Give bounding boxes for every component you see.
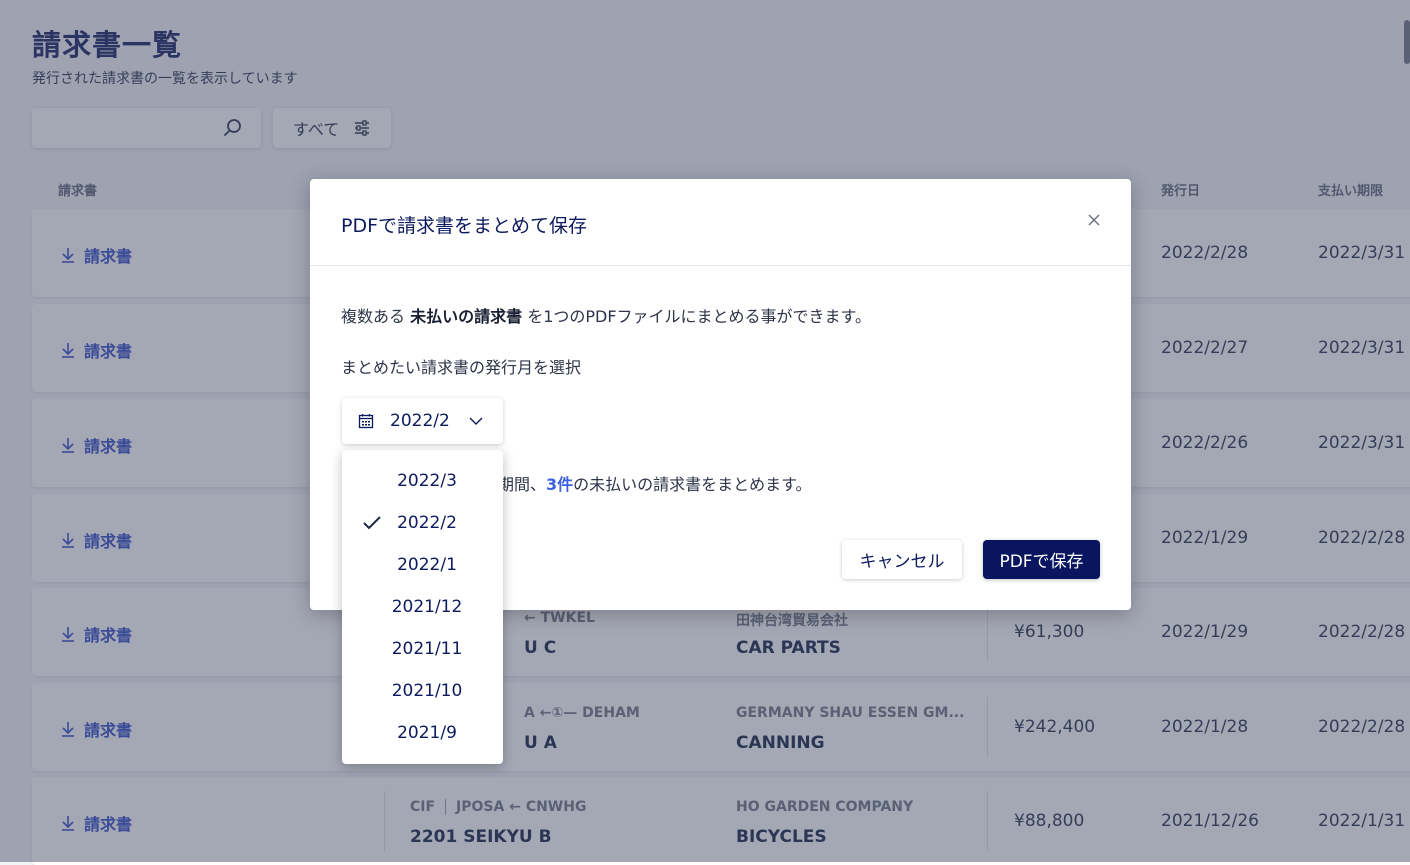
- month-select-value: 2022/2: [390, 411, 450, 431]
- month-option-label: 2022/1: [397, 555, 457, 575]
- save-pdf-button[interactable]: PDFで保存: [983, 540, 1100, 579]
- month-option[interactable]: 2022/3: [342, 460, 503, 502]
- month-option[interactable]: 2022/2: [342, 502, 503, 544]
- summary-text-after: の未払いの請求書をまとめます。: [573, 475, 812, 494]
- month-select-label: まとめたい請求書の発行月を選択: [341, 358, 582, 377]
- month-option-label: 2021/11: [391, 639, 463, 659]
- close-icon[interactable]: [1085, 211, 1103, 229]
- month-option-label: 2021/10: [391, 681, 463, 701]
- summary-count: 3件: [546, 475, 574, 494]
- month-option[interactable]: 2021/10: [342, 670, 503, 712]
- month-option[interactable]: 2021/9: [342, 712, 503, 754]
- month-option-label: 2021/12: [391, 597, 463, 617]
- calendar-icon: [358, 414, 374, 429]
- summary-text: 期間、3件の未払いの請求書をまとめます。: [498, 471, 812, 495]
- month-select[interactable]: 2022/2: [342, 398, 503, 444]
- modal-description: 複数ある 未払いの請求書 を1つのPDFファイルにまとめる事ができます。: [341, 303, 871, 327]
- month-option[interactable]: 2021/12: [342, 586, 503, 628]
- desc-text-bold: 未払いの請求書: [410, 307, 523, 326]
- chevron-down-icon: [469, 417, 483, 425]
- desc-text-before: 複数ある: [341, 307, 411, 326]
- invoice-list-page: 請求書一覧 発行された請求書の一覧を表示しています すべて 請求書 発行日 支払…: [0, 0, 1410, 865]
- month-option[interactable]: 2022/1: [342, 544, 503, 586]
- month-option-label: 2021/9: [397, 723, 457, 743]
- month-option-label: 2022/3: [397, 471, 457, 491]
- cancel-button[interactable]: キャンセル: [842, 540, 962, 579]
- modal-title: PDFで請求書をまとめて保存: [341, 215, 588, 237]
- month-option-label: 2022/2: [397, 513, 457, 533]
- month-option[interactable]: 2021/11: [342, 628, 503, 670]
- desc-text-after: を1つのPDFファイルにまとめる事ができます。: [522, 307, 871, 326]
- modal-divider: [310, 265, 1131, 266]
- month-dropdown-menu: 2022/3 2022/2 2022/1 2021/12 2021/11 2021/10 2…: [342, 450, 503, 764]
